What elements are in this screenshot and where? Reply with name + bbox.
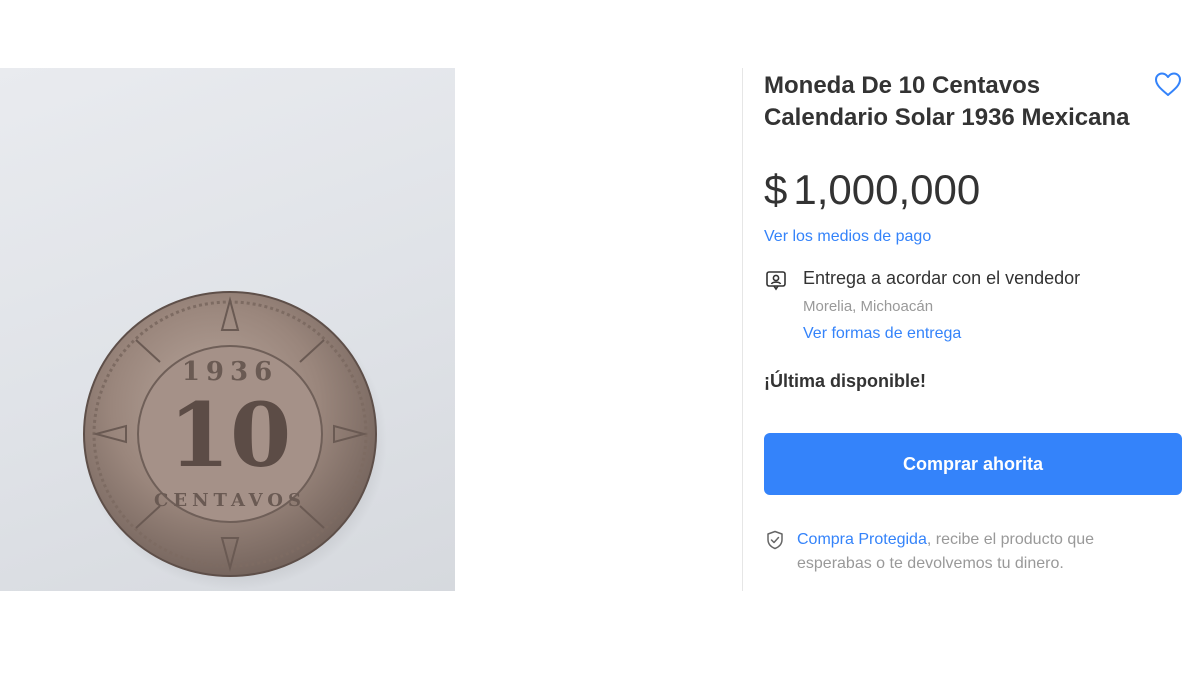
svg-text:10: 10 bbox=[169, 383, 291, 487]
product-page: 1936 10 CENTAVOS Moneda De 10 Centavos C… bbox=[0, 0, 1200, 675]
purchase-protection: Compra Protegida, recibe el producto que… bbox=[797, 528, 1157, 576]
price: $1,000,000 bbox=[764, 166, 980, 214]
shield-check-icon bbox=[767, 530, 783, 550]
svg-text:CENTAVOS: CENTAVOS bbox=[154, 490, 306, 511]
price-amount: 1,000,000 bbox=[793, 166, 981, 213]
payment-methods-link[interactable]: Ver los medios de pago bbox=[764, 228, 931, 246]
delivery-location: Morelia, Michoacán bbox=[803, 298, 934, 315]
stock-status: ¡Última disponible! bbox=[764, 371, 926, 391]
product-title: Moneda De 10 Centavos Calendario Solar 1… bbox=[764, 72, 1130, 131]
favorite-button[interactable] bbox=[1152, 68, 1184, 100]
protected-purchase-link[interactable]: Compra Protegida bbox=[797, 531, 927, 548]
coin-image: 1936 10 CENTAVOS bbox=[83, 291, 387, 590]
product-image[interactable]: 1936 10 CENTAVOS bbox=[0, 68, 455, 591]
buy-now-button[interactable]: Comprar ahorita bbox=[764, 433, 1182, 495]
delivery-title: Entrega a acordar con el vendedor bbox=[803, 268, 1081, 288]
heart-icon bbox=[1155, 72, 1181, 96]
delivery-person-icon bbox=[766, 271, 786, 291]
price-currency: $ bbox=[764, 166, 788, 213]
delivery-options-link[interactable]: Ver formas de entrega bbox=[803, 325, 961, 343]
column-divider bbox=[742, 68, 743, 591]
